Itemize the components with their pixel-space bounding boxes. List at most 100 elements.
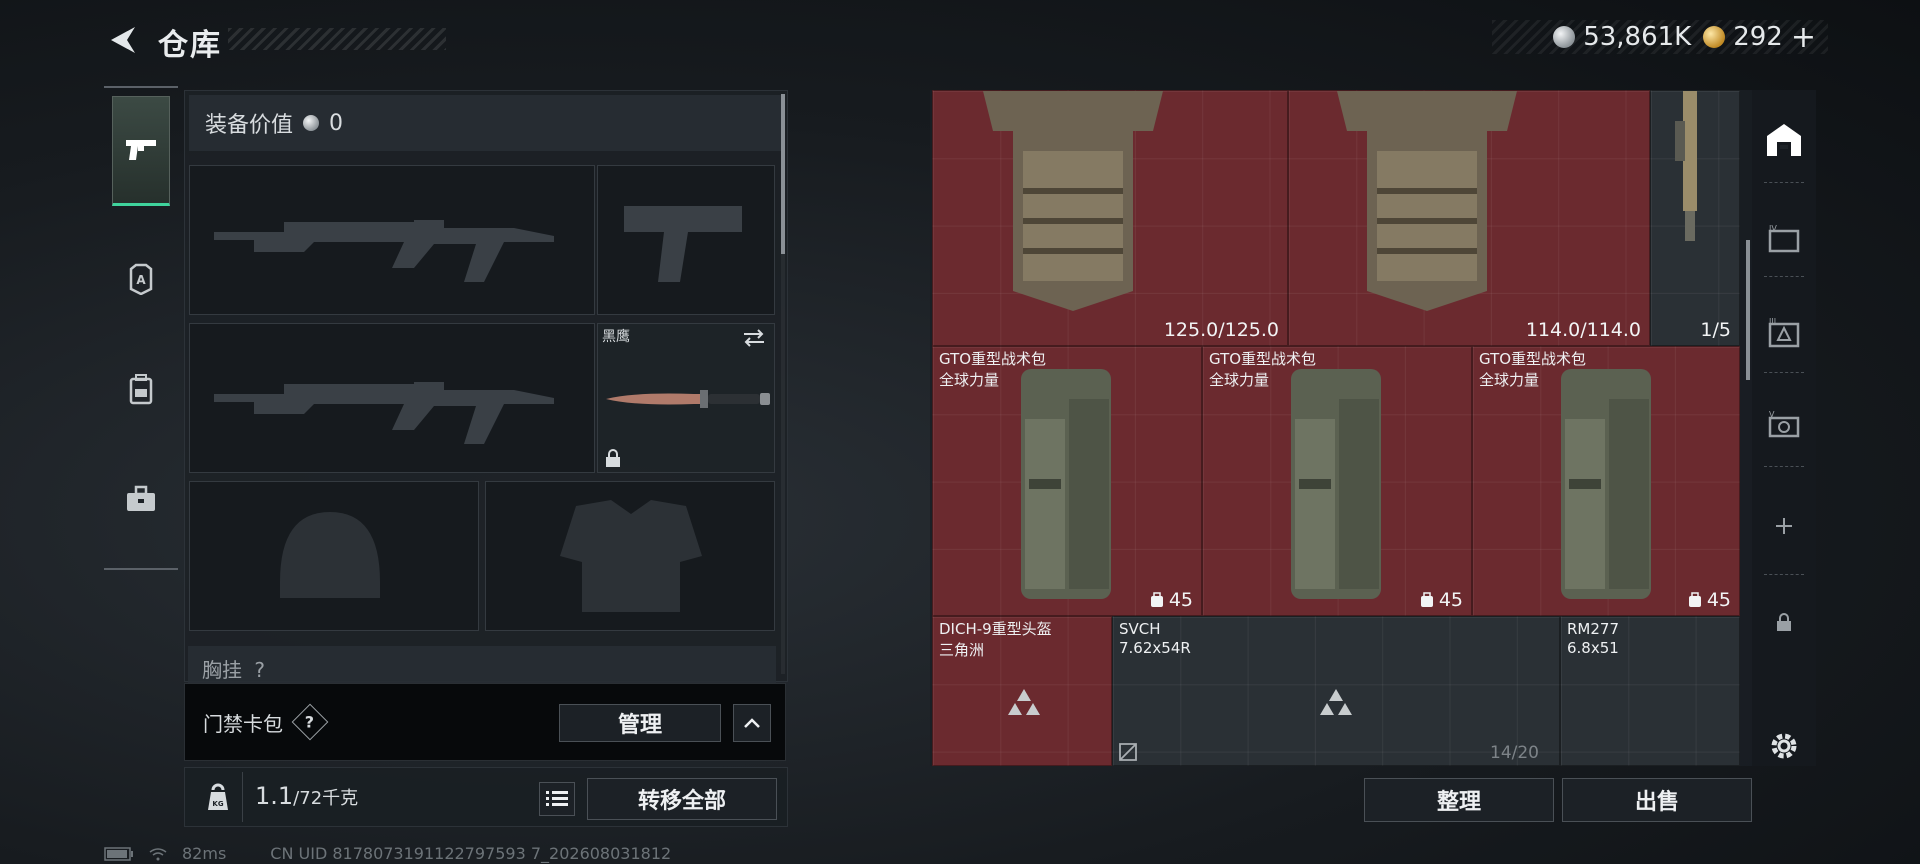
add-stash-page-button[interactable] <box>1760 502 1808 550</box>
delta-logo-icon <box>1320 689 1352 715</box>
item-caliber: 6.8x51 <box>1567 639 1619 657</box>
stash-capacity: 14/20 <box>1490 743 1539 763</box>
kettlebell-icon: KG <box>207 783 228 810</box>
weight-readout: 1.1/72千克 <box>255 782 358 810</box>
backpack-small-icon <box>1150 592 1163 607</box>
back-button[interactable] <box>100 20 144 60</box>
stash-page-v-icon: V <box>1768 410 1800 438</box>
silver-coin-icon <box>1553 26 1576 48</box>
gold-currency[interactable]: 292 + <box>1703 20 1816 55</box>
ping-value: 82ms <box>182 844 227 863</box>
chest-rig-label: 胸挂 <box>202 658 242 682</box>
pistol-icon <box>126 140 156 160</box>
tab-case[interactable] <box>112 444 170 554</box>
help-icon[interactable]: ? <box>291 703 329 741</box>
lock-icon <box>1777 613 1791 631</box>
uid-text: CN UID 8178073191122797593 7_20260803181… <box>270 844 672 863</box>
stash-home-button[interactable] <box>1760 116 1808 164</box>
stash-item-helmet[interactable]: DICH-9重型头盔 三角洲 <box>932 616 1112 766</box>
stash-item-ammo[interactable]: SVCH 7.62x54R 14/20 <box>1112 616 1560 766</box>
transfer-all-button[interactable]: 转移全部 <box>587 778 777 820</box>
tab-armor[interactable]: A <box>112 224 170 334</box>
capacity: 45 <box>1149 589 1193 611</box>
chest-rig-row[interactable]: 胸挂 ? <box>188 646 776 686</box>
add-gold-button[interactable]: + <box>1791 20 1816 55</box>
armor-badge-icon: A <box>129 263 153 295</box>
sort-button[interactable]: 整理 <box>1364 778 1554 822</box>
item-caliber: 7.62x54R <box>1119 639 1191 657</box>
category-tab-rail: A <box>104 86 178 570</box>
helmet-silhouette-icon <box>280 512 380 598</box>
stash-page-v[interactable]: V <box>1760 400 1808 448</box>
briefcase-icon <box>127 485 155 511</box>
armored-vest-icon <box>983 91 1163 311</box>
stash-grid: 125.0/125.0 114.0/114.0 1/5 GTO重型战术包 全球力… <box>932 90 1740 766</box>
stash-page-rail: IV III V <box>1752 90 1816 766</box>
primary-weapon-slot[interactable] <box>189 165 595 315</box>
manage-button[interactable]: 管理 <box>559 704 721 742</box>
back-arrow-icon <box>111 27 135 53</box>
locked-stash-page[interactable] <box>1760 598 1808 646</box>
backpack-icon <box>129 374 153 405</box>
secondary-weapon-slot[interactable] <box>597 165 775 315</box>
stash-page-iii[interactable]: III <box>1760 308 1808 356</box>
weight-bar: KG 1.1/72千克 转移全部 <box>184 767 788 827</box>
svg-text:III: III <box>1769 317 1776 326</box>
tab-backpack[interactable] <box>112 334 170 444</box>
item-faction: 全球力量 <box>1209 371 1270 389</box>
stash-item-ammo[interactable]: RM277 6.8x51 <box>1560 616 1740 766</box>
item-faction: 全球力量 <box>1479 371 1540 389</box>
melee-slot[interactable]: 黑鹰 <box>597 323 775 473</box>
settings-button[interactable] <box>1760 726 1808 766</box>
gear-icon <box>1771 733 1797 759</box>
warehouse-icon <box>1767 124 1801 156</box>
armored-vest-icon <box>1337 91 1517 311</box>
armor-slot[interactable] <box>485 481 775 631</box>
magazine-count: 1/5 <box>1700 319 1731 341</box>
sell-button[interactable]: 出售 <box>1562 778 1752 822</box>
stash-item-backpack[interactable]: GTO重型战术包 全球力量 45 <box>1202 346 1472 616</box>
rifle-silhouette-icon <box>214 220 554 282</box>
sniper-rifle-icon <box>1675 91 1697 241</box>
item-faction: 三角洲 <box>939 641 985 659</box>
stash-page-iv[interactable]: IV <box>1760 214 1808 262</box>
svg-text:IV: IV <box>1769 224 1777 233</box>
stash-item-vest[interactable]: 125.0/125.0 <box>932 90 1288 346</box>
item-name: RM277 <box>1567 620 1619 638</box>
capacity: 45 <box>1419 589 1463 611</box>
collapse-button[interactable] <box>733 704 771 742</box>
stash-item-backpack[interactable]: GTO重型战术包 全球力量 45 <box>932 346 1202 616</box>
access-card-label: 门禁卡包 <box>203 711 283 736</box>
stash-item-backpack[interactable]: GTO重型战术包 全球力量 45 <box>1472 346 1740 616</box>
stash-scroll-thumb[interactable] <box>1746 240 1750 380</box>
durability: 125.0/125.0 <box>1163 319 1279 341</box>
tab-weapons[interactable] <box>112 96 170 206</box>
item-name: DICH-9重型头盔 <box>939 620 1052 638</box>
pistol-silhouette-icon <box>624 206 742 282</box>
tactical-backpack-icon <box>1291 369 1381 599</box>
melee-name: 黑鹰 <box>602 329 630 345</box>
capacity: 45 <box>1687 589 1731 611</box>
silver-coin-icon <box>303 115 320 131</box>
swap-icon[interactable] <box>742 328 766 348</box>
chest-rig-help: ? <box>254 658 265 682</box>
wifi-icon <box>149 847 167 860</box>
equipment-value-label: 装备价值 <box>205 113 294 138</box>
tactical-backpack-icon <box>1021 369 1111 599</box>
page-title: 仓库 <box>158 28 222 63</box>
weight-icon: KG <box>193 772 243 822</box>
stash-panel: 125.0/125.0 114.0/114.0 1/5 GTO重型战术包 全球力… <box>930 90 1816 822</box>
knife-icon <box>606 390 770 408</box>
lock-icon <box>606 449 620 467</box>
gold-amount: 292 <box>1733 22 1783 52</box>
stash-page-iv-icon: IV <box>1768 224 1800 253</box>
equipment-scroll-thumb[interactable] <box>781 94 785 254</box>
stash-item-rifle[interactable]: 1/5 <box>1650 90 1740 346</box>
gold-coin-icon <box>1703 26 1726 48</box>
stash-item-vest[interactable]: 114.0/114.0 <box>1288 90 1650 346</box>
secondary-rifle-slot[interactable] <box>189 323 595 473</box>
list-view-button[interactable] <box>539 782 575 816</box>
helmet-slot[interactable] <box>189 481 479 631</box>
plus-icon <box>1776 518 1792 534</box>
list-icon <box>546 791 568 806</box>
